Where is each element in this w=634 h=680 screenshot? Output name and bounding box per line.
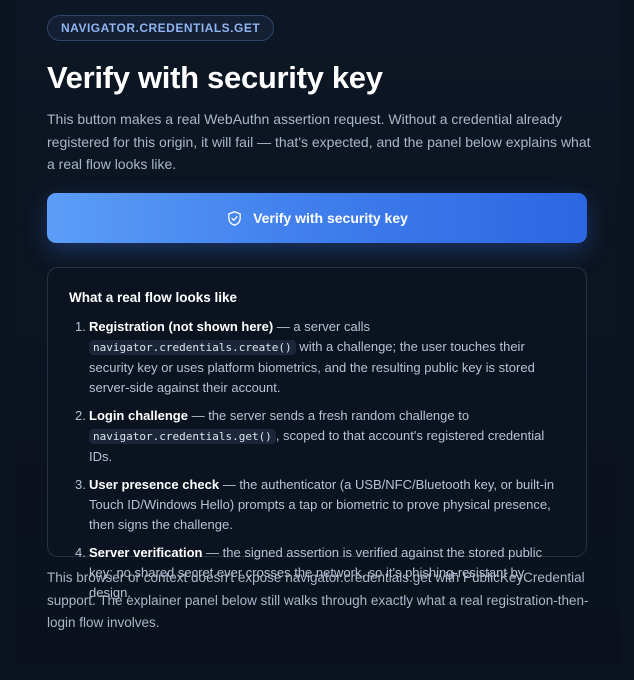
step-number: 2. — [75, 408, 86, 423]
intro-text: This button makes a real WebAuthn assert… — [47, 111, 591, 172]
panel-heading: What a real flow looks like — [69, 290, 238, 305]
verify-security-key-button[interactable]: Verify with security key — [47, 193, 587, 243]
page-title: Verify with security key — [47, 60, 383, 95]
step-number: 3. — [75, 477, 86, 492]
step-text: — the server sends a fresh random challe… — [187, 408, 470, 423]
flow-step-user-presence: 3. User presence check — the authenticato… — [69, 475, 569, 535]
flow-step-login-challenge: 2. Login challenge — the server sends a f… — [69, 406, 569, 467]
step-title: User presence check — [89, 477, 220, 492]
flow-step-registration: 1. Registration (not shown here) — a serv… — [69, 317, 569, 398]
page: NAVIGATOR.CREDENTIALS.GET Verify with se… — [16, 0, 620, 664]
support-notice: This browser or context doesn't expose n… — [47, 570, 589, 630]
api-badge: NAVIGATOR.CREDENTIALS.GET — [47, 15, 275, 41]
step-title: Server verification — [89, 545, 203, 560]
shield-check-icon — [228, 210, 241, 226]
step-text: — a server calls — [273, 319, 370, 334]
step-title: Registration (not shown here) — [89, 319, 274, 334]
verify-button-label: Verify with security key — [253, 210, 408, 226]
explainer-panel: What a real flow looks like 1. Registrati… — [47, 267, 587, 600]
step-code: navigator.credentials.create() — [89, 340, 296, 355]
step-code: navigator.credentials.get() — [89, 429, 276, 444]
step-title: Login challenge — [89, 408, 188, 423]
step-number: 4. — [75, 545, 86, 560]
step-number: 1. — [75, 319, 86, 334]
